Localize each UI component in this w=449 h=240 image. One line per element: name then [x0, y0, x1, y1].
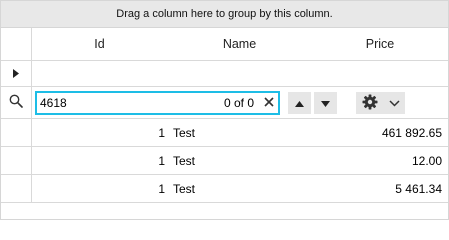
new-row-indicator[interactable]: [1, 61, 31, 86]
table-row[interactable]: 1 Test 5 461.34: [1, 175, 448, 203]
gear-icon: [362, 94, 378, 113]
previous-match-button[interactable]: [288, 92, 311, 114]
row-divider: [1, 86, 448, 87]
chevron-down-icon: [388, 96, 400, 110]
search-input[interactable]: [37, 94, 210, 112]
triangle-right-icon: [12, 67, 20, 81]
cell-price: 461 892.65: [381, 126, 442, 140]
data-grid: Drag a column here to group by this colu…: [0, 0, 449, 220]
search-box: 0 of 0: [35, 91, 280, 115]
next-match-button[interactable]: [314, 92, 337, 114]
row-divider: [1, 60, 448, 61]
cell-price: 12.00: [411, 154, 442, 168]
search-match-count: 0 of 0: [224, 96, 255, 110]
table-row[interactable]: 1 Test 461 892.65: [1, 119, 448, 147]
cell-id: 1: [158, 182, 165, 196]
cell-name: Test: [173, 182, 196, 196]
close-icon: [264, 96, 274, 110]
arrow-down-icon: [321, 96, 330, 110]
column-header-name-label: Name: [222, 37, 257, 51]
column-header-name[interactable]: Name: [167, 28, 312, 60]
column-header-id[interactable]: Id: [32, 28, 167, 60]
clear-search-button[interactable]: [262, 96, 276, 110]
arrow-up-icon: [295, 96, 304, 110]
column-header-id-label: Id: [94, 37, 105, 51]
group-panel[interactable]: Drag a column here to group by this colu…: [1, 1, 448, 28]
column-header-price[interactable]: Price: [312, 28, 448, 60]
column-header-price-label: Price: [365, 37, 395, 51]
search-row-indicator: [1, 87, 31, 118]
cell-name: Test: [173, 154, 196, 168]
group-panel-text: Drag a column here to group by this colu…: [116, 8, 333, 20]
cell-id: 1: [158, 126, 165, 140]
table-row[interactable]: 1 Test 12.00: [1, 147, 448, 175]
cell-price: 5 461.34: [395, 182, 442, 196]
cell-id: 1: [158, 154, 165, 168]
search-options-button[interactable]: [356, 92, 405, 114]
cell-name: Test: [173, 126, 196, 140]
magnifier-icon: [9, 94, 23, 111]
